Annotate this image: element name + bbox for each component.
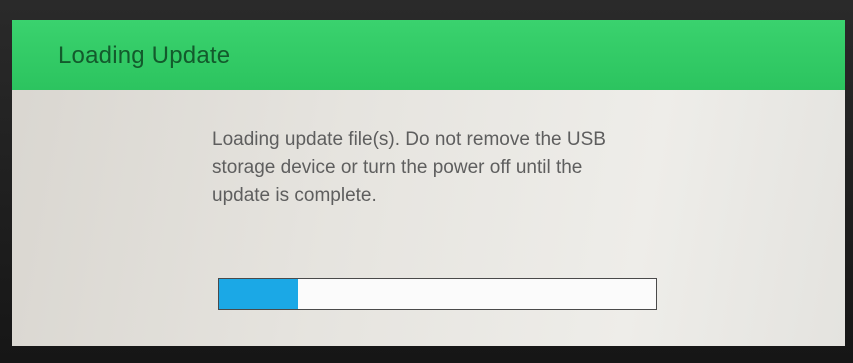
progress-bar <box>218 278 657 310</box>
message-line-2: storage device or turn the power off unt… <box>212 157 583 178</box>
update-message: Loading update file(s). Do not remove th… <box>212 126 692 210</box>
update-dialog: Loading Update Loading update file(s). D… <box>12 20 845 346</box>
progress-bar-fill <box>219 279 298 309</box>
message-line-3: update is complete. <box>212 185 377 206</box>
dialog-title-bar: Loading Update <box>12 20 845 90</box>
message-line-1: Loading update file(s). Do not remove th… <box>212 129 606 150</box>
dialog-title: Loading Update <box>58 42 231 69</box>
screen-background: Loading Update Loading update file(s). D… <box>0 0 853 363</box>
